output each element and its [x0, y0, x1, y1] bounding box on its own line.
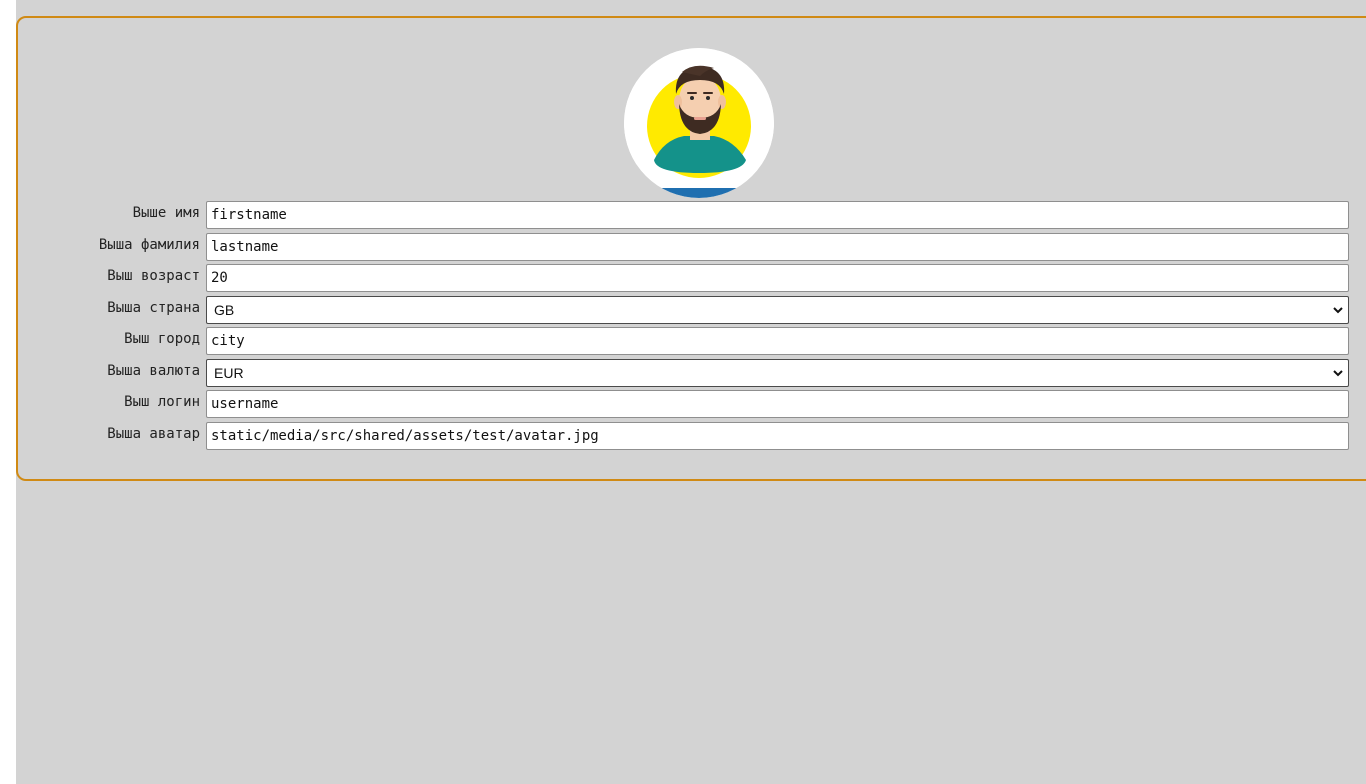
- label-lastname: Выша фамилия: [98, 237, 200, 253]
- label-username: Выш логин: [124, 394, 200, 410]
- form-row-country: Выша страна GB: [18, 296, 1349, 324]
- label-firstname: Выше имя: [132, 205, 200, 221]
- label-country: Выша страна: [107, 300, 200, 316]
- label-avatar: Выша аватар: [107, 426, 200, 442]
- form-row-lastname: Выша фамилия lastname: [18, 233, 1349, 261]
- avatar-image: [624, 48, 774, 198]
- currency-select[interactable]: EUR: [206, 359, 1349, 387]
- lastname-field[interactable]: lastname: [206, 233, 1349, 261]
- firstname-field[interactable]: firstname: [206, 201, 1349, 229]
- profile-card: Выше имя firstname Выша фамилия lastname…: [16, 16, 1366, 481]
- form-row-username: Выш логин username: [18, 390, 1349, 418]
- avatar-path-field[interactable]: static/media/src/shared/assets/test/avat…: [206, 422, 1349, 450]
- avatar: [624, 48, 774, 198]
- country-select[interactable]: GB: [206, 296, 1349, 324]
- form-row-city: Выш город city: [18, 327, 1349, 355]
- form-row-age: Выш возраст 20: [18, 264, 1349, 292]
- label-currency: Выша валюта: [107, 363, 200, 379]
- city-field[interactable]: city: [206, 327, 1349, 355]
- form-row-avatar: Выша аватар static/media/src/shared/asse…: [18, 422, 1349, 450]
- chevron-down-icon: [1333, 307, 1343, 314]
- username-field[interactable]: username: [206, 390, 1349, 418]
- currency-select-value: EUR: [214, 365, 244, 381]
- label-age: Выш возраст: [107, 268, 200, 284]
- form-row-currency: Выша валюта EUR: [18, 359, 1349, 387]
- form-row-firstname: Выше имя firstname: [18, 201, 1349, 229]
- label-city: Выш город: [124, 331, 200, 347]
- chevron-down-icon: [1333, 370, 1343, 377]
- country-select-value: GB: [214, 302, 235, 318]
- age-field[interactable]: 20: [206, 264, 1349, 292]
